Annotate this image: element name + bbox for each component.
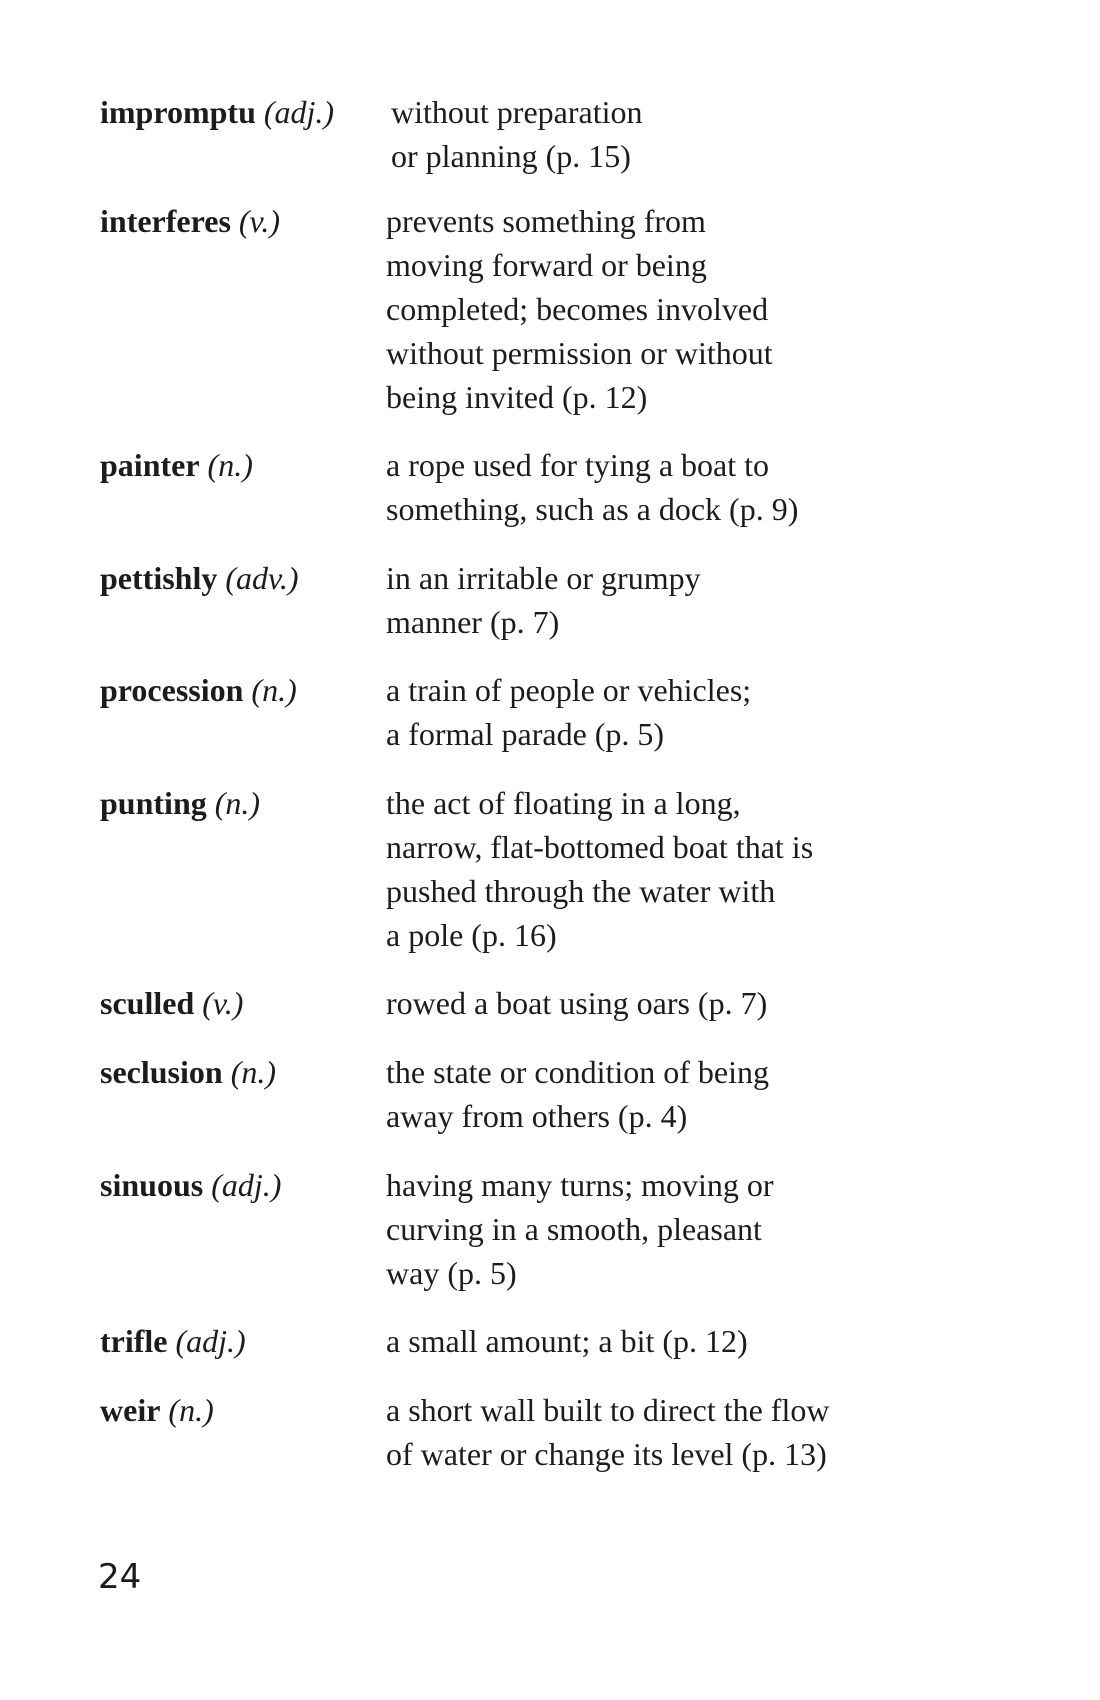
term-word: painter	[100, 447, 200, 483]
part-of-speech: (adj.)	[211, 1167, 282, 1203]
definition-line: a small amount; a bit (p. 12)	[386, 1323, 748, 1359]
glossary-term: punting (n.)	[100, 781, 260, 825]
definition-line: away from others (p. 4)	[386, 1098, 688, 1134]
part-of-speech: (v.)	[238, 203, 281, 239]
part-of-speech: (v.)	[202, 985, 244, 1021]
part-of-speech: (n.)	[168, 1392, 214, 1428]
definition-line: curving in a smooth, pleasant	[386, 1211, 762, 1247]
definition-line: the state or condition of being	[386, 1054, 770, 1090]
part-of-speech: (n.)	[251, 672, 297, 708]
glossary-term: sculled (v.)	[100, 981, 243, 1025]
part-of-speech: (n.)	[214, 785, 261, 821]
glossary-term: painter (n.)	[100, 443, 253, 487]
definition-line: completed; becomes involved	[386, 291, 769, 327]
definition-line: a train of people or vehicles;	[386, 672, 752, 708]
definition-line: or planning (p. 15)	[391, 138, 631, 174]
glossary-definition: the act of floating in a long, narrow, f…	[386, 781, 986, 957]
glossary-definition: the state or condition of being away fro…	[386, 1050, 986, 1138]
term-word: seclusion	[100, 1054, 223, 1090]
glossary-definition: a small amount; a bit (p. 12)	[386, 1319, 986, 1363]
definition-line: narrow, flat-bottomed boat that is	[386, 829, 814, 865]
glossary-definition: a short wall built to direct the flow of…	[386, 1388, 986, 1476]
glossary-term: weir (n.)	[100, 1388, 214, 1432]
glossary-term: pettishly (adv.)	[100, 556, 298, 600]
term-word: pettishly	[100, 560, 218, 596]
definition-line: a rope used for tying a boat to	[386, 447, 769, 483]
term-word: punting	[100, 785, 207, 821]
glossary-definition: rowed a boat using oars (p. 7)	[386, 981, 986, 1025]
glossary-definition: a rope used for tying a boat to somethin…	[386, 443, 986, 531]
definition-line: of water or change its level (p. 13)	[386, 1436, 827, 1472]
term-word: impromptu	[100, 94, 256, 130]
glossary-term: impromptu (adj.)	[100, 90, 334, 134]
definition-line: way (p. 5)	[386, 1255, 517, 1291]
glossary-term: interferes (v.)	[100, 199, 280, 243]
definition-line: having many turns; moving or	[386, 1167, 774, 1203]
glossary-term: trifle (adj.)	[100, 1319, 246, 1363]
glossary-term: sinuous (adj.)	[100, 1163, 281, 1207]
definition-line: being invited (p. 12)	[386, 379, 648, 415]
part-of-speech: (n.)	[230, 1054, 276, 1090]
definition-line: a pole (p. 16)	[386, 917, 557, 953]
definition-line: manner (p. 7)	[386, 604, 560, 640]
term-word: trifle	[100, 1323, 168, 1359]
term-word: sinuous	[100, 1167, 204, 1203]
definition-line: without preparation	[391, 94, 643, 130]
part-of-speech: (adv.)	[225, 560, 299, 596]
term-word: sculled	[100, 985, 195, 1021]
definition-line: rowed a boat using oars (p. 7)	[386, 985, 768, 1021]
glossary-definition: having many turns; moving or curving in …	[386, 1163, 986, 1295]
definition-line: the act of floating in a long,	[386, 785, 741, 821]
glossary-definition: in an irritable or grumpy manner (p. 7)	[386, 556, 986, 644]
term-word: weir	[100, 1392, 161, 1428]
term-word: interferes	[100, 203, 231, 239]
term-word: procession	[100, 672, 244, 708]
definition-line: prevents something from	[386, 203, 706, 239]
definition-line: without permission or without	[386, 335, 773, 371]
part-of-speech: (n.)	[207, 447, 253, 483]
definition-line: moving forward or being	[386, 247, 707, 283]
definition-line: a formal parade (p. 5)	[386, 716, 665, 752]
glossary-definition: a train of people or vehicles; a formal …	[386, 668, 986, 756]
glossary-term: seclusion (n.)	[100, 1050, 276, 1094]
glossary-definition: without preparation or planning (p. 15)	[391, 90, 991, 178]
part-of-speech: (adj.)	[263, 94, 335, 130]
part-of-speech: (adj.)	[175, 1323, 246, 1359]
glossary-term: procession (n.)	[100, 668, 297, 712]
glossary-definition: prevents something from moving forward o…	[386, 199, 986, 419]
definition-line: a short wall built to direct the flow	[386, 1392, 830, 1428]
definition-line: in an irritable or grumpy	[386, 560, 701, 596]
definition-line: pushed through the water with	[386, 873, 776, 909]
definition-line: something, such as a dock (p. 9)	[386, 491, 799, 527]
page-number: 24	[98, 1557, 142, 1597]
